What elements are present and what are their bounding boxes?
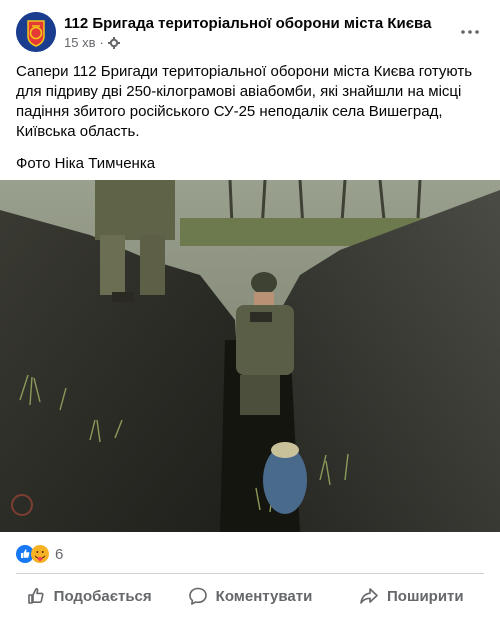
brigade-logo-icon <box>16 12 56 52</box>
post-actions: Подобається Коментувати Поширити <box>8 578 492 614</box>
share-button[interactable]: Поширити <box>331 578 492 614</box>
comment-icon <box>188 587 207 605</box>
thumbs-up-icon <box>27 588 44 604</box>
comment-label: Коментувати <box>215 587 313 605</box>
like-label: Подобається <box>53 587 152 605</box>
photo-credit: Фото Ніка Тимченка <box>16 155 156 172</box>
post-paragraph: Сапери 112 Бригади територіальної оборон… <box>16 63 473 140</box>
gear-icon[interactable] <box>107 36 120 49</box>
post-meta: 15 хв · <box>64 35 120 50</box>
like-button[interactable]: Подобається <box>8 578 169 614</box>
actions-divider <box>16 573 484 574</box>
reaction-count: 6 <box>55 545 64 563</box>
post-card: 112 Бригада територіальної оборони міста… <box>0 0 500 618</box>
share-icon <box>360 588 378 604</box>
post-header: 112 Бригада територіальної оборони міста… <box>16 12 488 56</box>
post-message: Сапери 112 Бригади територіальної оборон… <box>16 62 476 186</box>
reactions-summary[interactable]: 6 <box>16 543 63 565</box>
meta-separator: · <box>99 35 104 50</box>
trench-soldier-photo <box>0 180 500 532</box>
page-avatar[interactable] <box>16 12 56 52</box>
post-photo[interactable] <box>0 180 500 532</box>
share-label: Поширити <box>387 587 464 605</box>
reaction-icons <box>16 545 49 563</box>
comment-button[interactable]: Коментувати <box>169 578 330 614</box>
care-icon <box>31 545 49 563</box>
post-timestamp[interactable]: 15 хв <box>64 35 95 50</box>
more-options-button[interactable] <box>456 18 484 46</box>
page-name-link[interactable]: 112 Бригада територіальної оборони міста… <box>64 15 431 32</box>
more-dots-icon <box>461 30 479 34</box>
